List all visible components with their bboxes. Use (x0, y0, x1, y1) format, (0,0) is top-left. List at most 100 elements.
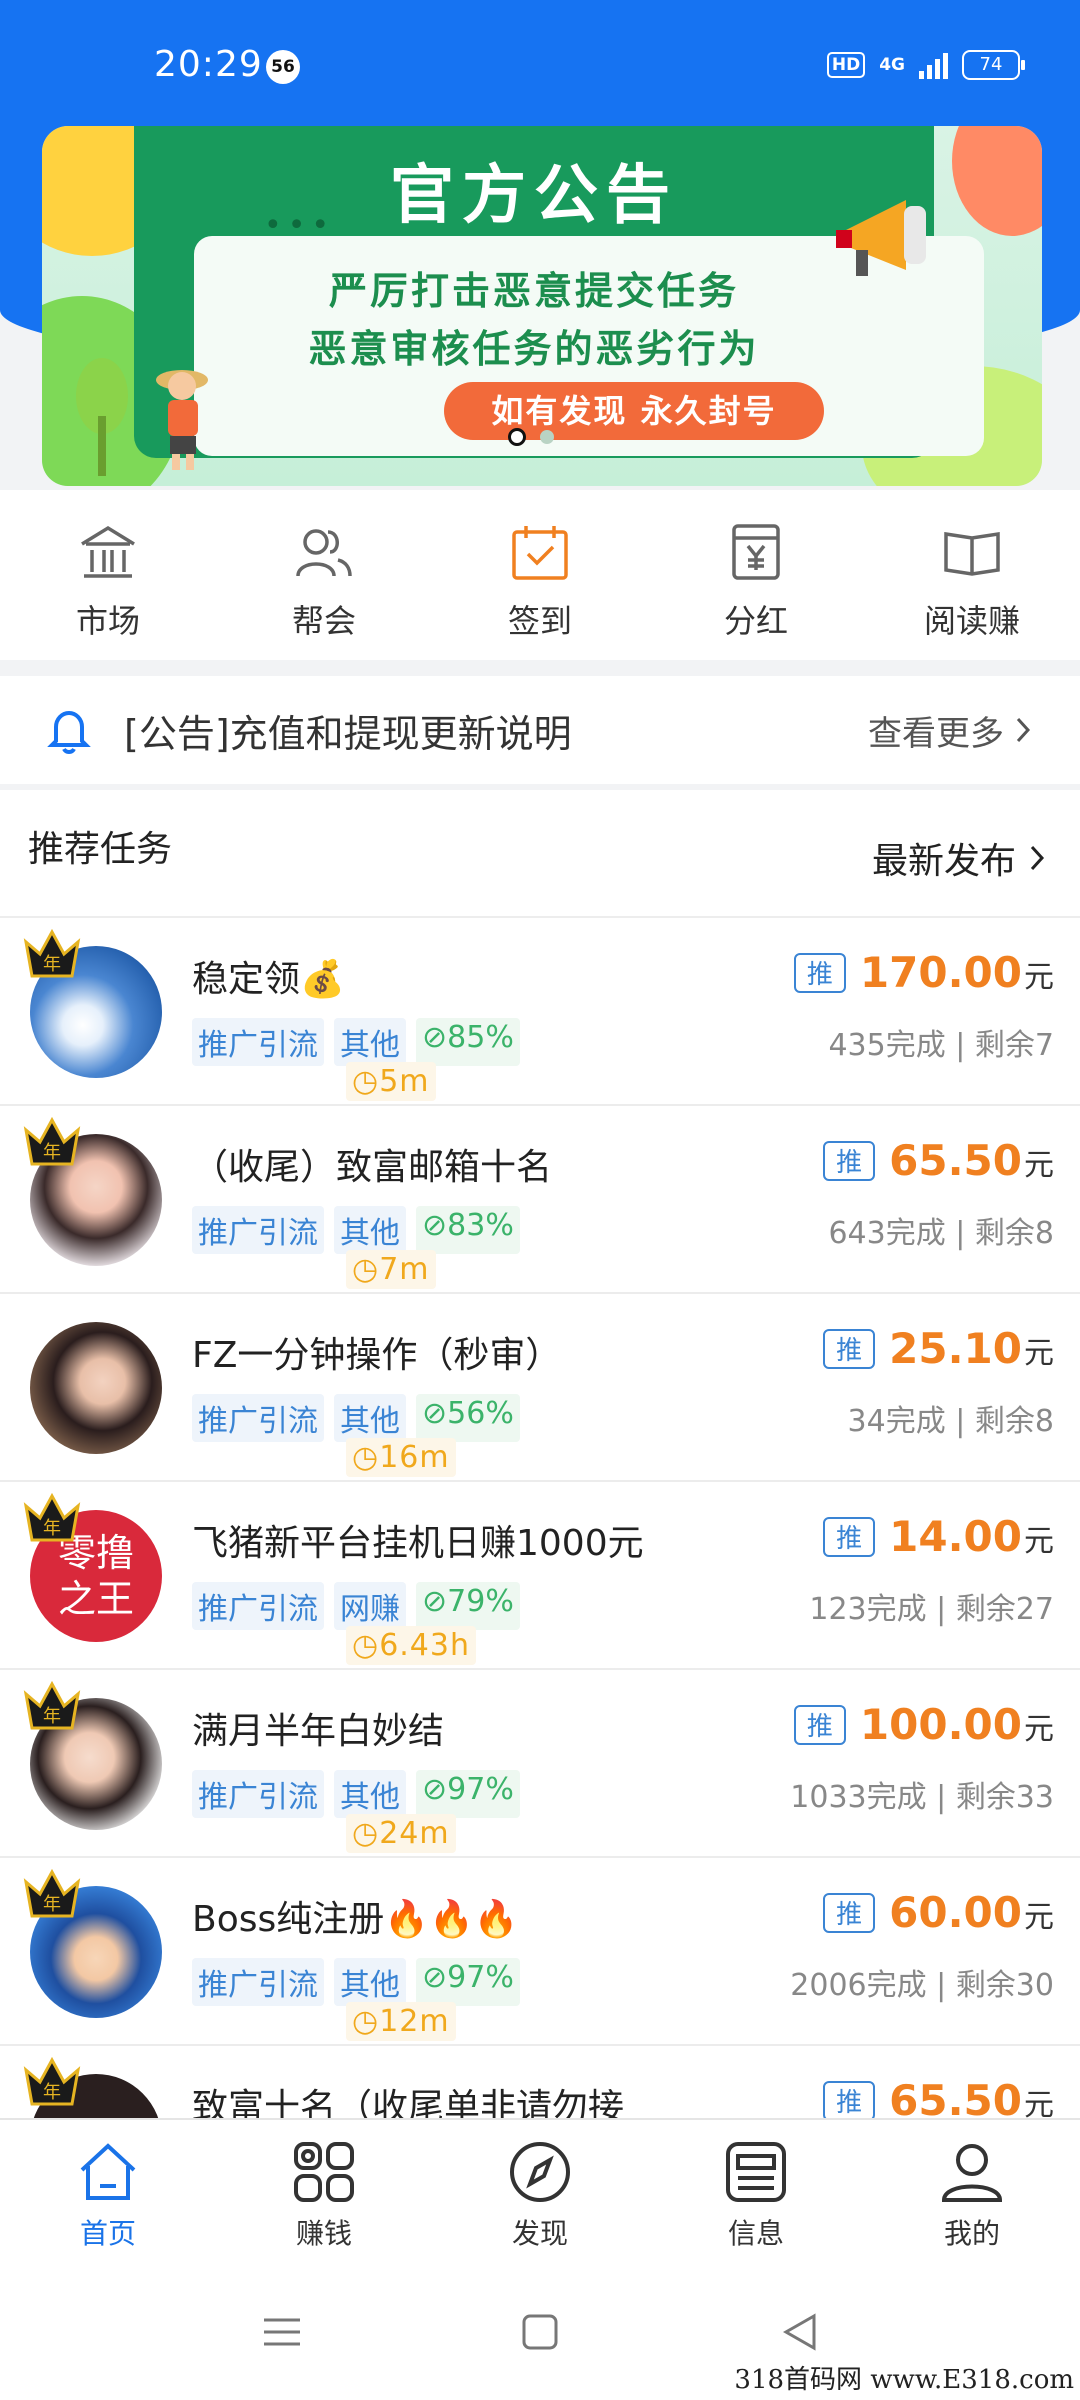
task-type-tag: 其他 (334, 1206, 406, 1254)
nav-label: 我的 (943, 2217, 1000, 2250)
task-price: 170.00元 (860, 948, 1054, 997)
task-category-tag: 推广引流 (192, 1770, 324, 1818)
task-row[interactable]: 年 致富十名（收尾单非请勿接 推 65.50元 (0, 2046, 1080, 2126)
avatar (30, 1322, 162, 1454)
task-row[interactable]: FZ一分钟操作（秒审） 推广引流 其他 ⊘56% ◷16m 推 25.10元 3… (0, 1294, 1080, 1482)
pass-rate-value: 83% (447, 1208, 514, 1243)
task-stats: 435完成 | 剩余7 (828, 1028, 1054, 1063)
pass-rate-value: 56% (447, 1396, 514, 1431)
nav-label: 发现 (511, 2217, 568, 2250)
pass-rate-tag: ⊘97% (416, 1770, 520, 1818)
notification-count-badge: 56 (266, 50, 300, 84)
crown-badge-icon: 年 (23, 1116, 81, 1166)
nav-label: 赚钱 (295, 2217, 352, 2250)
task-category-tag: 推广引流 (192, 1582, 324, 1630)
crown-badge-icon: 年 (23, 928, 81, 978)
task-done-count: 643完成 (828, 1216, 946, 1251)
task-price: 100.00元 (860, 1700, 1054, 1749)
notice-text: [公告]充值和提现更新说明 (124, 711, 572, 756)
duration-value: 7m (379, 1252, 430, 1287)
task-name: 满月半年白妙结 (192, 1711, 445, 1752)
status-right-group: HD 4G 74 (826, 50, 1025, 80)
task-done-count: 123完成 (809, 1592, 927, 1627)
pass-rate-value: 97% (447, 1772, 514, 1807)
earn-icon (294, 2142, 354, 2202)
task-type-tag: 网赚 (334, 1582, 406, 1630)
menu-icon[interactable] (262, 2312, 302, 2352)
task-row[interactable]: 年 满月半年白妙结 推广引流 其他 ⊘97% ◷24m 推 100.00元 10… (0, 1670, 1080, 1858)
task-row[interactable]: 年 （收尾）致富邮箱十名 推广引流 其他 ⊘83% ◷7m 推 65.50元 6… (0, 1106, 1080, 1294)
price-unit: 元 (1024, 960, 1054, 995)
task-stats: 643完成 | 剩余8 (828, 1216, 1054, 1251)
megaphone-icon (836, 200, 926, 276)
svg-text:年: 年 (43, 1142, 61, 1163)
signal-icon (919, 51, 948, 79)
nav-home[interactable]: 首页 (0, 2120, 216, 2274)
task-remaining-count: 剩余7 (974, 1028, 1054, 1063)
crown-badge-icon: 年 (23, 1492, 81, 1542)
task-done-count: 2006完成 (790, 1968, 927, 2003)
crown-badge-icon: 年 (23, 1868, 81, 1918)
duration-tag: ◷6.43h (346, 1626, 476, 1665)
home-square-icon[interactable] (520, 2312, 560, 2352)
banner-page-dot[interactable] (540, 430, 554, 444)
pass-rate-tag: ⊘97% (416, 1958, 520, 2006)
task-price-row: 推 25.10元 (823, 1324, 1054, 1373)
pass-rate-tag: ⊘85% (416, 1018, 520, 1066)
duration-tag: ◷7m (346, 1250, 436, 1289)
svg-text:年: 年 (43, 1706, 61, 1727)
task-list: 年 稳定领💰 推广引流 其他 ⊘85% ◷5m 推 170.00元 435完成 … (0, 918, 1080, 2126)
back-icon[interactable] (780, 2312, 820, 2352)
sort-latest-button[interactable]: 最新发布 (872, 832, 1046, 884)
task-type-tag: 其他 (334, 1394, 406, 1442)
quick-item-label: 分红 (723, 602, 788, 640)
quick-item-market[interactable]: 市场 (0, 490, 216, 660)
duration-value: 5m (379, 1064, 430, 1099)
recommend-badge: 推 (823, 1140, 876, 1181)
user-icon (941, 2144, 1003, 2202)
duration-value: 16m (379, 1440, 450, 1475)
notice-bar[interactable]: [公告]充值和提现更新说明 查看更多 (0, 676, 1080, 784)
task-remaining-count: 剩余8 (974, 1216, 1054, 1251)
crown-badge-icon: 年 (23, 2056, 81, 2106)
recommend-badge: 推 (823, 1516, 876, 1557)
bottom-nav: 首页 赚钱 发现 信息 我的 (0, 2118, 1080, 2274)
recommend-badge: 推 (793, 1704, 846, 1745)
nav-discover[interactable]: 发现 (432, 2120, 648, 2274)
price-unit: 元 (1024, 1336, 1054, 1371)
task-name: Boss纯注册🔥🔥🔥 (192, 1899, 519, 1940)
quick-item-label: 帮会 (291, 602, 356, 640)
task-row[interactable]: 年 Boss纯注册🔥🔥🔥 推广引流 其他 ⊘97% ◷12m 推 60.00元 … (0, 1858, 1080, 2046)
task-remaining-count: 剩余30 (955, 1968, 1054, 2003)
nav-profile[interactable]: 我的 (864, 2120, 1080, 2274)
task-type-tag: 其他 (334, 1958, 406, 2006)
nav-news[interactable]: 信息 (648, 2120, 864, 2274)
quick-item-guild[interactable]: 帮会 (216, 490, 432, 660)
quick-item-label: 阅读赚 (923, 602, 1020, 640)
nav-earn[interactable]: 赚钱 (216, 2120, 432, 2274)
recommend-badge: 推 (823, 1892, 876, 1933)
battery-icon: 74 (962, 50, 1025, 80)
checkin-icon (512, 526, 568, 580)
quick-item-dividend[interactable]: 分红 (648, 490, 864, 660)
duration-value: 12m (379, 2004, 450, 2039)
task-price-value: 60.00 (889, 1888, 1022, 1937)
task-price-row: 推 170.00元 (793, 948, 1054, 997)
notice-more-link[interactable]: 查看更多 (868, 706, 1032, 755)
banner-page-dot-active[interactable] (508, 428, 526, 446)
pass-rate-tag: ⊘56% (416, 1394, 520, 1442)
svg-text:年: 年 (43, 1894, 61, 1915)
task-price-row: 推 100.00元 (793, 1700, 1054, 1749)
price-unit: 元 (1024, 1712, 1054, 1747)
task-done-count: 435完成 (828, 1028, 946, 1063)
task-row[interactable]: 年 稳定领💰 推广引流 其他 ⊘85% ◷5m 推 170.00元 435完成 … (0, 918, 1080, 1106)
chevron-right-icon (1016, 717, 1031, 743)
quick-item-checkin[interactable]: 签到 (432, 490, 648, 660)
task-price: 65.50元 (889, 1136, 1054, 1185)
task-price-value: 25.10 (889, 1324, 1022, 1373)
recommend-badge: 推 (823, 2080, 876, 2121)
sort-label: 最新发布 (871, 841, 1016, 882)
task-name: 稳定领💰 (192, 959, 345, 1000)
task-row[interactable]: 零撸之王 年 飞猪新平台挂机日赚1000元 推广引流 网赚 ⊘79% ◷6.43… (0, 1482, 1080, 1670)
quick-item-read-earn[interactable]: 阅读赚 (864, 490, 1080, 660)
